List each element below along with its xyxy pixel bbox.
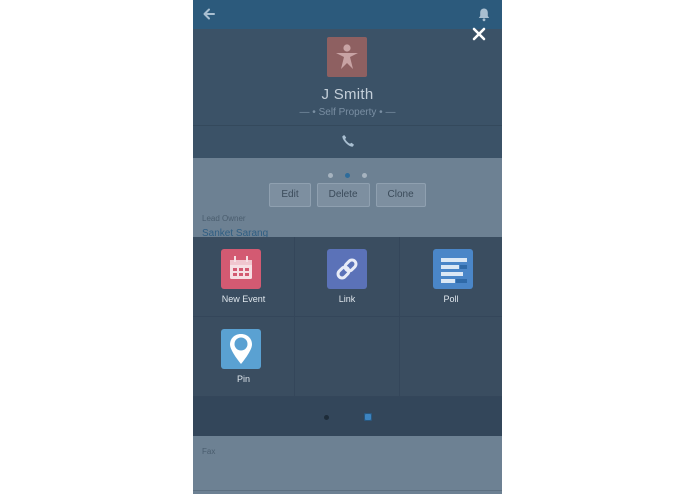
edit-button[interactable]: Edit: [269, 183, 311, 207]
share-item-poll[interactable]: Poll: [400, 237, 502, 317]
poll-icon[interactable]: [433, 249, 473, 289]
share-item-link[interactable]: Link: [295, 237, 400, 317]
bell-icon[interactable]: [477, 7, 491, 22]
back-arrow-icon[interactable]: [202, 7, 216, 21]
delete-button[interactable]: Delete: [316, 183, 370, 207]
empty-cell: [295, 317, 400, 397]
share-item-label: Link: [338, 294, 356, 304]
action-buttons: Edit Delete Clone: [193, 183, 502, 207]
call-row[interactable]: [193, 125, 502, 158]
page-dot[interactable]: [324, 415, 329, 420]
phone-screen: J Smith — • Self Property • — Edit Delet…: [193, 0, 502, 494]
page-dot: [362, 173, 368, 179]
contact-subtitle: — • Self Property • —: [299, 107, 396, 118]
bottom-dimmed-area: Fax: [193, 436, 502, 494]
page-dot-active[interactable]: [364, 413, 372, 421]
close-icon[interactable]: [472, 27, 486, 41]
profile-header: J Smith — • Self Property • —: [193, 29, 502, 125]
page-dot-active: [345, 173, 350, 179]
contact-name: J Smith: [321, 86, 374, 103]
share-sheet: New Event Link Poll Pin: [193, 237, 502, 436]
clone-button[interactable]: Clone: [375, 183, 426, 207]
avatar: [327, 37, 367, 77]
lead-owner-label: Lead Owner: [202, 214, 246, 223]
share-item-label: Poll: [443, 294, 459, 304]
fax-label: Fax: [202, 447, 216, 456]
divider: [193, 490, 502, 491]
share-item-pin[interactable]: Pin: [193, 317, 295, 397]
page-indicator: [193, 167, 502, 179]
calendar-icon[interactable]: [221, 249, 261, 289]
person-icon: [336, 44, 358, 69]
share-item-label: New Event: [221, 294, 266, 304]
share-item-new-event[interactable]: New Event: [193, 237, 295, 317]
page-dot: [327, 173, 333, 179]
share-grid: New Event Link Poll Pin: [193, 237, 502, 397]
empty-cell: [400, 317, 502, 397]
top-nav-bar: [193, 0, 502, 29]
link-icon[interactable]: [327, 249, 367, 289]
map-pin-icon[interactable]: [221, 329, 261, 369]
share-sheet-page-indicator: [193, 397, 502, 436]
share-item-label: Pin: [236, 374, 250, 384]
phone-icon[interactable]: [341, 134, 355, 148]
